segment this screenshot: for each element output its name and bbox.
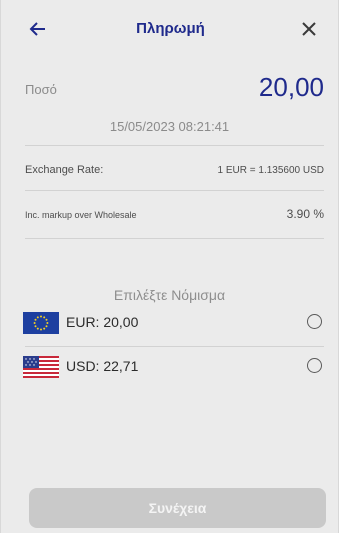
payment-screen: Πληρωμή Ποσό 20,00 15/05/2023 08:21:41 E… <box>0 0 339 533</box>
currency-option-label: USD: 22,71 <box>66 358 139 374</box>
header: Πληρωμή <box>1 0 339 62</box>
transaction-datetime: 15/05/2023 08:21:41 <box>109 119 230 134</box>
markup-label: Inc. markup over Wholesale <box>25 210 137 220</box>
radio-button[interactable] <box>307 358 322 373</box>
currency-option-label: EUR: 20,00 <box>66 314 139 330</box>
divider <box>25 145 324 146</box>
exchange-rate-label: Exchange Rate: <box>25 164 104 176</box>
exchange-rate-value: 1 EUR = 1.135600 USD <box>217 165 324 176</box>
currency-option-usd[interactable]: USD: 22,71 <box>23 350 326 386</box>
amount-value: 20,00 <box>258 72 324 102</box>
eu-flag-icon <box>23 312 59 334</box>
amount-label: Ποσό <box>25 82 57 97</box>
markup-value: 3.90 % <box>286 207 324 221</box>
us-flag-icon <box>23 356 59 378</box>
currency-option-eur[interactable]: EUR: 20,00 <box>23 306 326 342</box>
divider <box>25 238 324 239</box>
divider <box>25 346 324 347</box>
page-title: Πληρωμή <box>136 20 205 37</box>
currency-select-title: Επιλέξτε Νόμισμα <box>113 287 226 303</box>
close-icon[interactable] <box>298 18 320 40</box>
continue-button[interactable]: Συνέχεια <box>29 488 326 528</box>
divider <box>25 190 324 191</box>
radio-button[interactable] <box>307 314 322 329</box>
